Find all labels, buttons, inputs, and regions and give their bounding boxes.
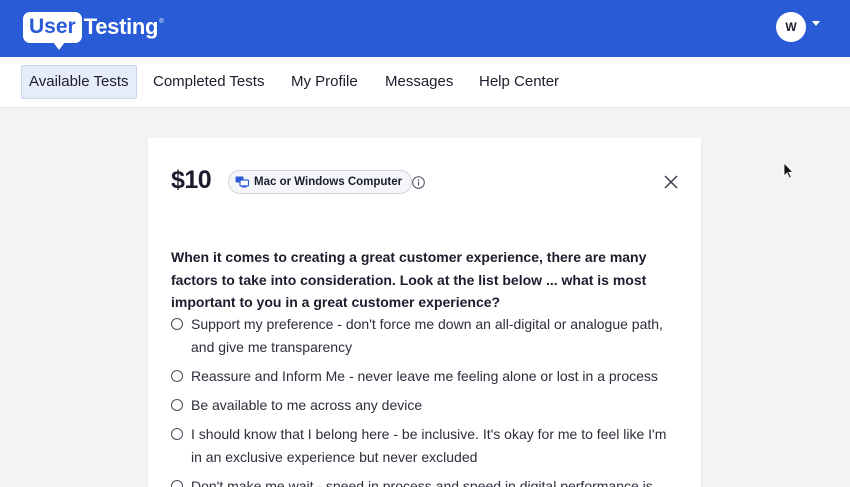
answer-option-label: Support my preference - don't force me d… [191, 316, 663, 355]
user-avatar[interactable]: W [776, 12, 806, 42]
nav-available-tests[interactable]: Available Tests [21, 65, 137, 99]
test-card: $10 Mac or Windows Computer When it come… [148, 138, 701, 487]
answer-option-label: I should know that I belong here - be in… [191, 426, 667, 465]
nav-my-profile[interactable]: My Profile [284, 65, 365, 99]
device-requirement-badge: Mac or Windows Computer [228, 170, 413, 194]
close-icon[interactable] [664, 175, 678, 189]
answer-option-label: Be available to me across any device [191, 397, 423, 413]
account-menu-caret-icon[interactable] [812, 21, 820, 26]
nav-completed-tests[interactable]: Completed Tests [146, 65, 271, 99]
test-price: $10 [171, 166, 212, 194]
logo-user-text: User [23, 11, 82, 50]
answer-option[interactable]: I should know that I belong here - be in… [171, 423, 681, 468]
radio-button[interactable] [171, 370, 183, 382]
radio-button[interactable] [171, 318, 183, 330]
top-bar: User Testing ® W [0, 0, 850, 57]
answer-option[interactable]: Reassure and Inform Me - never leave me … [171, 365, 681, 388]
answer-option[interactable]: Don't make me wait - speed in process an… [171, 475, 681, 487]
computer-icon [235, 176, 249, 188]
nav-help-center[interactable]: Help Center [472, 65, 566, 99]
logo-testing-text: Testing [83, 14, 159, 39]
answer-option-label: Reassure and Inform Me - never leave me … [191, 368, 658, 384]
usertesting-logo[interactable]: User Testing ® [23, 10, 164, 50]
info-icon[interactable] [412, 176, 425, 189]
answer-option[interactable]: Support my preference - don't force me d… [171, 313, 681, 358]
answer-option[interactable]: Be available to me across any device [171, 394, 681, 417]
radio-button[interactable] [171, 480, 183, 487]
radio-button[interactable] [171, 428, 183, 440]
radio-button[interactable] [171, 399, 183, 411]
main-nav: Available Tests Completed Tests My Profi… [0, 57, 850, 108]
device-requirement-label: Mac or Windows Computer [254, 176, 403, 188]
mouse-cursor-icon [783, 162, 794, 179]
answer-option-label: Don't make me wait - speed in process an… [191, 478, 653, 487]
screener-question: When it comes to creating a great custom… [171, 249, 647, 310]
logo-trademark: ® [159, 19, 164, 25]
nav-messages[interactable]: Messages [378, 65, 460, 99]
